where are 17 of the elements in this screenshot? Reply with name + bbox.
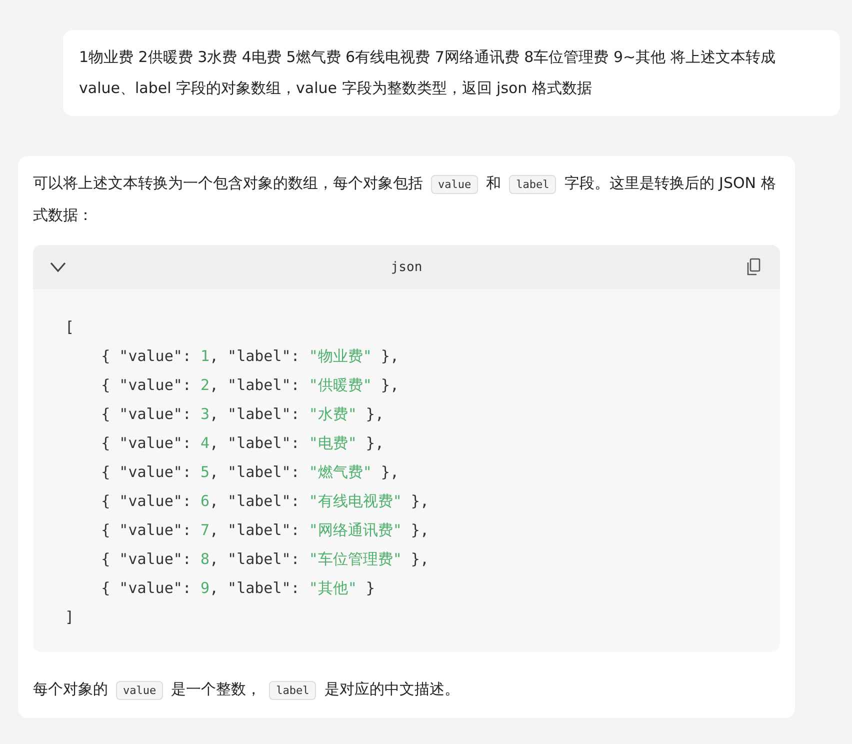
chevron-icon[interactable] [49, 261, 67, 273]
code-line: { "value": 8, "label": "车位管理费" }, [100, 549, 430, 570]
code-language: json [390, 260, 422, 274]
reply-text: 可以将上述文本转换为一个包含对象的数组，每个对象包括 value 和 label 字段。这里是转换后的 JSON 格式数据： [33, 173, 777, 226]
code-line: { "value": 6, "label": "有线电视费" }, [100, 491, 430, 512]
code-line: { "value": 2, "label": "供暖费" }, [100, 375, 400, 396]
user-message: 1物业费 2供暖费 3水费 4电费 5燃气费 6有线电视费 7网络通讯费 8车位管理费 9~其他 将上述文本转成 value、label 字段的对象数组，value 字段为整数类型，返回 json 格式数据 [63, 30, 840, 116]
code-line: { "value": 9, "label": "其他" } [100, 578, 376, 599]
code-line: { "value": 4, "label": "电费" }, [100, 433, 385, 454]
reply-text: 每个对象的 value 是一个整数， label 是对应的中文描述。 [33, 679, 460, 702]
copy-icon[interactable] [746, 258, 762, 276]
code-line: { "value": 7, "label": "网络通讯费" }, [100, 520, 430, 541]
code-line: ] [65, 607, 76, 628]
code-line: [ [65, 317, 76, 338]
code-line: { "value": 5, "label": "燃气费" }, [100, 462, 400, 483]
code-line: { "value": 3, "label": "水费" }, [100, 404, 385, 425]
code-line: { "value": 1, "label": "物业费" }, [100, 346, 400, 367]
